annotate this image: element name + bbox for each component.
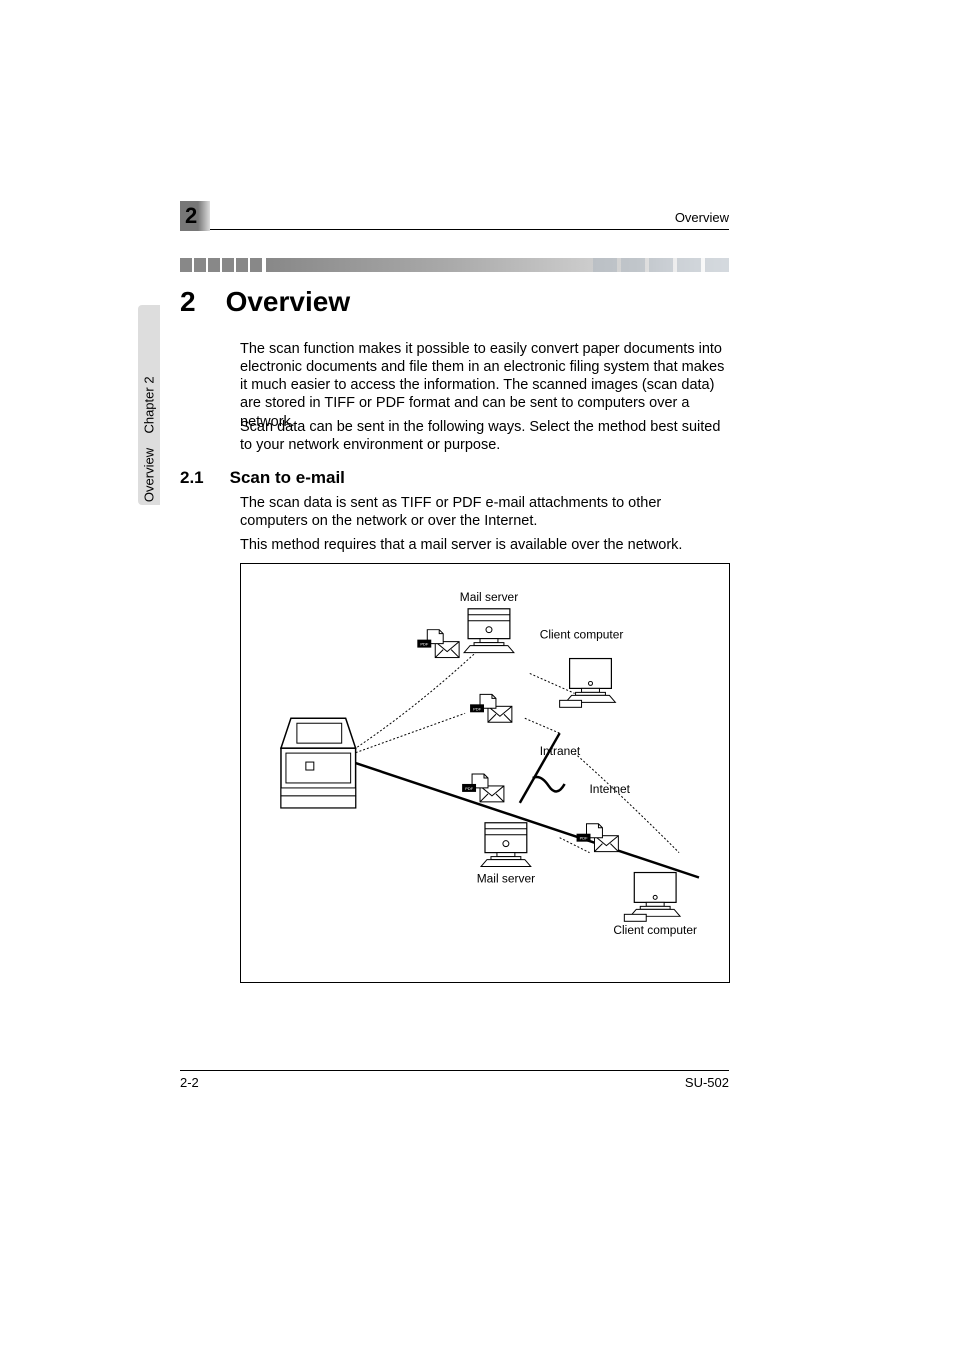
paragraph-3: The scan data is sent as TIFF or PDF e-m… [240,494,729,530]
diagram-client2: Client computer [613,923,697,937]
header-rule: 2 Overview [180,205,729,230]
chapter-title-text: Overview [226,286,351,318]
diagram-mailserver2: Mail server [477,871,535,885]
side-chapter-label: Chapter 2 [142,376,157,433]
section-number: 2.1 [180,468,204,488]
chapter-number: 2 [185,203,197,229]
svg-text:PDF: PDF [473,706,482,711]
paragraph-4: This method requires that a mail server … [240,536,729,554]
header-right-label: Overview [675,210,729,225]
chapter-title-number: 2 [180,286,196,318]
scan-to-email-diagram: Mail server Client computer [240,563,730,983]
section-title: Scan to e-mail [230,468,345,488]
chapter-title-row: 2 Overview [180,286,350,318]
diagram-client1: Client computer [540,628,624,642]
svg-text:PDF: PDF [465,786,474,791]
diagram-mailserver1: Mail server [460,590,518,604]
side-tab-title: Overview [138,430,160,520]
footer-rule: 2-2 SU-502 [180,1070,729,1093]
separator-bar [180,258,729,272]
section-title-row: 2.1 Scan to e-mail [180,468,345,488]
page-number: 2-2 [180,1075,199,1090]
side-title-label: Overview [142,448,157,502]
diagram-intranet: Intranet [540,744,581,758]
document-id: SU-502 [685,1075,729,1090]
svg-text:PDF: PDF [580,836,589,841]
page: Chapter 2 Overview 2 Overview 2 Overview… [0,0,954,1351]
paragraph-2: Scan data can be sent in the following w… [240,418,729,454]
svg-text:PDF: PDF [420,642,429,647]
diagram-internet: Internet [590,782,631,796]
